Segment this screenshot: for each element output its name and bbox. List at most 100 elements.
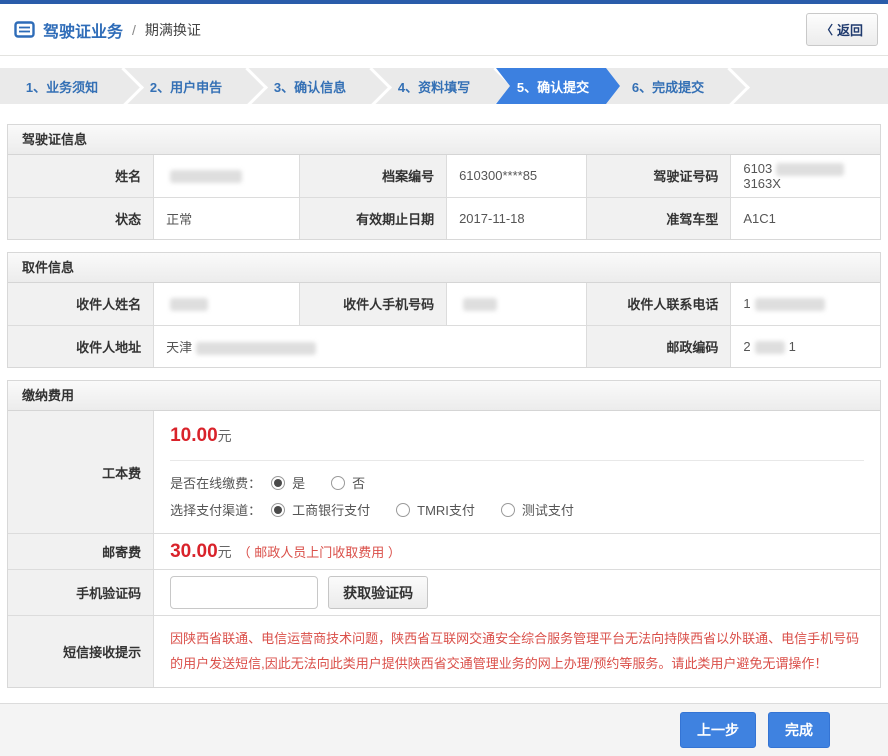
divider [170,460,864,461]
sms-code-input[interactable] [170,576,318,609]
valid-until-value: 2017-11-18 [447,197,587,239]
radio-icon[interactable] [501,503,515,517]
sms-notice-text: 因陕西省联通、电信运营商技术问题，陕西省互联网交通安全综合服务管理平台无法向持陕… [154,616,880,687]
table-row: 收件人姓名 收件人手机号码 收件人联系电话 1 [8,283,880,325]
postage-fee-note: （ 邮政人员上门收取费用 ） [238,545,401,560]
file-number-value: 610300****85 [447,155,587,197]
license-number-suffix: 3163X [743,176,781,191]
valid-until-label: 有效期止日期 [299,197,446,239]
production-fee-amount: 10.00 [170,425,218,446]
page-header: 驾驶证业务 / 期满换证 〈 返回 [0,4,888,56]
radio-label: 是 [292,473,305,492]
license-service-icon [14,21,35,38]
online-pay-question-row: 是否在线缴费： 是 否 [170,473,864,492]
step-label: 5、确认提交 [517,77,589,96]
back-chevron-icon: 〈 [821,21,833,38]
postage-fee-label: 邮寄费 [8,534,154,570]
table-row: 手机验证码 获取验证码 [8,570,880,616]
recipient-name-value [154,283,300,325]
license-number-label: 驾驶证号码 [586,155,731,197]
page-title: 驾驶证业务 [43,18,123,42]
previous-step-button[interactable]: 上一步 [680,712,756,748]
sms-notice-label: 短信接收提示 [8,616,154,687]
postal-code-suffix: 1 [789,339,796,354]
sms-code-cell: 获取验证码 [154,570,880,616]
vehicle-class-value: A1C1 [731,197,880,239]
table-row: 工本费 10.00元 是否在线缴费： 是 否 [8,411,880,534]
license-number-prefix: 6103 [743,161,772,176]
status-value: 正常 [154,197,300,239]
channel-option-test[interactable]: 测试支付 [501,500,574,519]
recipient-address-label: 收件人地址 [8,325,154,367]
production-fee-unit: 元 [218,428,232,444]
step-label: 2、用户申告 [150,77,222,96]
table-row: 短信接收提示 因陕西省联通、电信运营商技术问题，陕西省互联网交通安全综合服务管理… [8,616,880,687]
postal-code-label: 邮政编码 [586,325,731,367]
step-label: 6、完成提交 [632,77,704,96]
production-fee-cell: 10.00元 是否在线缴费： 是 否 [154,411,880,534]
footer-bar: 上一步 完成 [0,703,888,756]
step-5-confirm-submit[interactable]: 5、确认提交 [496,68,620,104]
radio-label: 工商银行支付 [292,500,370,519]
recipient-phone-label: 收件人联系电话 [586,283,731,325]
radio-label: 测试支付 [522,500,574,519]
recipient-mobile-value [447,283,587,325]
step-6-done[interactable]: 6、完成提交 [606,68,730,104]
production-fee-amount-line: 10.00元 [170,425,864,447]
postage-fee-amount: 30.00 [170,541,218,562]
radio-label: TMRI支付 [417,500,475,519]
name-value [154,155,300,197]
back-button-label: 返回 [837,20,863,39]
pickup-info-section: 取件信息 收件人姓名 收件人手机号码 收件人联系电话 1 收件人地址 天津 邮政… [7,252,881,368]
step-label: 3、确认信息 [274,77,346,96]
radio-icon[interactable] [271,503,285,517]
redacted-value [170,170,242,183]
license-info-section: 驾驶证信息 姓名 档案编号 610300****85 驾驶证号码 6103316… [7,124,881,240]
fees-section: 缴纳费用 工本费 10.00元 是否在线缴费： 是 [7,380,881,688]
recipient-name-label: 收件人姓名 [8,283,154,325]
status-label: 状态 [8,197,154,239]
redacted-value [196,342,316,355]
radio-icon[interactable] [331,476,345,490]
pay-channel-question-row: 选择支付渠道： 工商银行支付 TMRI支付 测试支付 [170,500,864,519]
steps-filler [730,68,888,104]
channel-option-icbc[interactable]: 工商银行支付 [271,500,370,519]
redacted-value [776,163,844,176]
redacted-value [463,298,497,311]
redacted-value [755,341,785,354]
step-label: 4、资料填写 [398,77,470,96]
license-number-value: 61033163X [731,155,880,197]
radio-label: 否 [352,473,365,492]
recipient-address-prefix: 天津 [166,340,192,355]
redacted-value [755,298,825,311]
breadcrumb-current: 期满换证 [145,20,201,40]
postage-fee-unit: 元 [218,544,232,560]
recipient-phone-prefix: 1 [743,296,750,311]
recipient-mobile-label: 收件人手机号码 [299,283,446,325]
recipient-address-value: 天津 [154,325,586,367]
channel-option-tmri[interactable]: TMRI支付 [396,500,475,519]
step-1-notice[interactable]: 1、业务须知 [0,68,124,104]
step-label: 1、业务须知 [26,77,98,96]
table-row: 状态 正常 有效期止日期 2017-11-18 准驾车型 A1C1 [8,197,880,239]
table-row: 收件人地址 天津 邮政编码 21 [8,325,880,367]
finish-button[interactable]: 完成 [768,712,830,748]
wizard-steps: 1、业务须知 2、用户申告 3、确认信息 4、资料填写 5、确认提交 6、完成提… [0,68,888,104]
postal-code-value: 21 [731,325,880,367]
get-code-button[interactable]: 获取验证码 [328,576,428,609]
postal-code-prefix: 2 [743,339,750,354]
back-button[interactable]: 〈 返回 [806,13,878,46]
production-fee-label: 工本费 [8,411,154,534]
radio-icon[interactable] [396,503,410,517]
vehicle-class-label: 准驾车型 [586,197,731,239]
online-pay-option-yes[interactable]: 是 [271,473,305,492]
fees-title: 缴纳费用 [8,381,880,411]
online-pay-question: 是否在线缴费： [170,473,261,492]
online-pay-option-no[interactable]: 否 [331,473,365,492]
table-row: 姓名 档案编号 610300****85 驾驶证号码 61033163X [8,155,880,197]
redacted-value [170,298,208,311]
pay-channel-question: 选择支付渠道： [170,500,261,519]
file-number-label: 档案编号 [299,155,446,197]
radio-icon[interactable] [271,476,285,490]
breadcrumb-separator: / [132,22,136,38]
